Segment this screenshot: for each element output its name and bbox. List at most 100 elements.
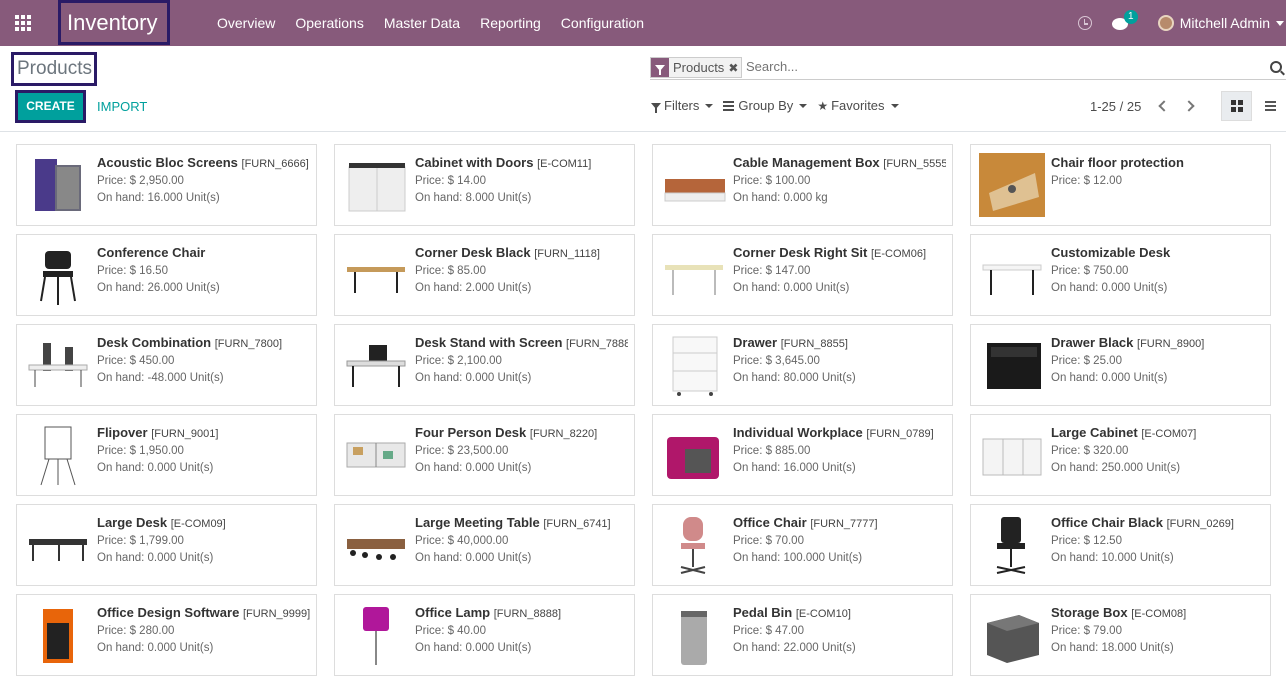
product-price: Price: $ 23,500.00 <box>415 445 509 457</box>
product-name: Large Desk <box>97 515 168 530</box>
product-card[interactable]: Large Cabinet [E-COM07] Price: $ 320.00 On… <box>970 414 1271 496</box>
create-button[interactable]: CREATE <box>15 90 86 123</box>
favorites-dropdown[interactable]: ★ Favorites <box>817 98 899 113</box>
product-card[interactable]: Cable Management Box [FURN_5555] Price: $… <box>652 144 953 226</box>
product-card[interactable]: Corner Desk Right Sit [E-COM06] Price: $ … <box>652 234 953 316</box>
product-on-hand: On hand: -48.000 Unit(s) <box>97 372 224 384</box>
product-card[interactable]: Office Design Software [FURN_9999] Price:… <box>16 594 317 676</box>
search-icon[interactable] <box>1270 61 1282 73</box>
product-name-line: Desk Combination [FURN_7800] <box>97 335 310 350</box>
product-card[interactable]: Desk Stand with Screen [FURN_7888] Price:… <box>334 324 635 406</box>
product-code: [E-COM06] <box>870 248 926 260</box>
product-image <box>347 267 405 293</box>
product-info: Large Meeting Table [FURN_6741] Price: $ … <box>415 515 628 564</box>
product-price: Price: $ 40.00 <box>415 625 486 637</box>
user-menu-name[interactable]: Mitchell Admin <box>1180 15 1270 31</box>
product-code: [FURN_5555] <box>883 158 946 170</box>
list-view-button[interactable] <box>1255 91 1286 121</box>
product-price: Price: $ 40,000.00 <box>415 535 509 547</box>
product-image <box>996 517 1026 574</box>
import-button[interactable]: IMPORT <box>97 99 147 114</box>
product-image <box>363 607 389 665</box>
product-card[interactable]: Drawer [FURN_8855] Price: $ 3,645.00 On ha… <box>652 324 953 406</box>
facet-remove-icon[interactable]: ✖ <box>728 61 741 75</box>
product-card[interactable]: Cabinet with Doors [E-COM11] Price: $ 14.… <box>334 144 635 226</box>
menu-reporting[interactable]: Reporting <box>470 15 551 31</box>
filters-dropdown[interactable]: Filters <box>651 98 714 113</box>
pager-next-button[interactable] <box>1183 99 1195 113</box>
product-info: Large Cabinet [E-COM07] Price: $ 320.00 On… <box>1051 425 1264 474</box>
product-card[interactable]: Flipover [FURN_9001] Price: $ 1,950.00 On … <box>16 414 317 496</box>
product-name-line: Large Desk [E-COM09] <box>97 515 310 530</box>
pager-previous-button[interactable] <box>1157 99 1170 113</box>
facet-label: Products <box>673 60 725 75</box>
product-info: Individual Workplace [FURN_0789] Price: $… <box>733 425 946 474</box>
product-card[interactable]: Pedal Bin [E-COM10] Price: $ 47.00 On hand… <box>652 594 953 676</box>
product-price: Price: $ 2,950.00 <box>97 175 184 187</box>
messaging-button[interactable]: 1 <box>1111 10 1138 30</box>
product-name-line: Office Chair [FURN_7777] <box>733 515 946 530</box>
product-code: [FURN_6741] <box>543 518 611 530</box>
product-name-line: Cabinet with Doors [E-COM11] <box>415 155 628 170</box>
product-card[interactable]: Desk Combination [FURN_7800] Price: $ 450… <box>16 324 317 406</box>
product-code: [E-COM07] <box>1141 428 1197 440</box>
product-card[interactable]: Corner Desk Black [FURN_1118] Price: $ 85… <box>334 234 635 316</box>
product-info: Large Desk [E-COM09] Price: $ 1,799.00 On … <box>97 515 310 564</box>
apps-menu-icon[interactable] <box>0 0 46 46</box>
product-card[interactable]: Drawer Black [FURN_8900] Price: $ 25.00 On… <box>970 324 1271 406</box>
pager-value[interactable]: 1-25 / 25 <box>1090 99 1141 114</box>
product-on-hand: On hand: 250.000 Unit(s) <box>1051 462 1181 474</box>
product-name: Office Lamp <box>415 605 491 620</box>
main-menu: Overview Operations Master Data Reportin… <box>207 0 654 46</box>
avatar[interactable] <box>1157 15 1174 31</box>
menu-master-data[interactable]: Master Data <box>374 15 470 31</box>
product-on-hand: On hand: 0.000 Unit(s) <box>1051 372 1168 384</box>
product-card[interactable]: Office Chair Black [FURN_0269] Price: $ 1… <box>970 504 1271 586</box>
product-price: Price: $ 450.00 <box>97 355 175 367</box>
product-card[interactable]: Office Chair [FURN_7777] Price: $ 70.00 On… <box>652 504 953 586</box>
product-name: Four Person Desk <box>415 425 527 440</box>
product-on-hand: On hand: 0.000 Unit(s) <box>97 552 214 564</box>
product-name: Large Meeting Table <box>415 515 540 530</box>
product-code: [FURN_8855] <box>780 338 848 350</box>
product-name: Corner Desk Right Sit <box>733 245 868 260</box>
product-card[interactable]: Conference Chair Price: $ 16.50 On hand: … <box>16 234 317 316</box>
product-card[interactable]: Four Person Desk [FURN_8220] Price: $ 23,… <box>334 414 635 496</box>
search-bar: Products ✖ <box>650 56 1286 80</box>
product-card[interactable]: Customizable Desk Price: $ 750.00 On hand… <box>970 234 1271 316</box>
menu-configuration[interactable]: Configuration <box>551 15 654 31</box>
list-icon <box>1265 101 1276 111</box>
product-name: Cabinet with Doors <box>415 155 534 170</box>
product-card[interactable]: Large Desk [E-COM09] Price: $ 1,799.00 On … <box>16 504 317 586</box>
product-name: Cable Management Box <box>733 155 880 170</box>
filter-icon <box>651 102 661 113</box>
search-input[interactable] <box>746 59 1246 74</box>
user-caret-icon[interactable] <box>1276 20 1284 26</box>
caret-down-icon <box>890 103 899 108</box>
product-image <box>681 611 707 665</box>
product-card[interactable]: Chair floor protection Price: $ 12.00 <box>970 144 1271 226</box>
chevron-right-icon <box>1183 100 1195 112</box>
product-info: Chair floor protection Price: $ 12.00 <box>1051 155 1264 192</box>
app-brand[interactable]: Inventory <box>58 0 170 45</box>
product-image <box>40 251 76 305</box>
product-card[interactable]: Individual Workplace [FURN_0789] Price: $… <box>652 414 953 496</box>
product-on-hand: On hand: 8.000 Unit(s) <box>415 192 532 204</box>
product-card[interactable]: Large Meeting Table [FURN_6741] Price: $ … <box>334 504 635 586</box>
menu-operations[interactable]: Operations <box>285 15 373 31</box>
top-navbar: Inventory Overview Operations Master Dat… <box>0 0 1286 46</box>
product-code: [E-COM08] <box>1131 608 1187 620</box>
group-by-dropdown[interactable]: Group By <box>723 98 808 113</box>
menu-overview[interactable]: Overview <box>207 15 285 31</box>
product-card[interactable]: Storage Box [E-COM08] Price: $ 79.00 On ha… <box>970 594 1271 676</box>
product-price: Price: $ 2,100.00 <box>415 355 502 367</box>
kanban-view-button[interactable] <box>1221 91 1252 121</box>
product-on-hand: On hand: 0.000 Unit(s) <box>415 462 532 474</box>
product-on-hand: On hand: 80.000 Unit(s) <box>733 372 856 384</box>
product-card[interactable]: Office Lamp [FURN_8888] Price: $ 40.00 On … <box>334 594 635 676</box>
product-card[interactable]: Acoustic Bloc Screens [FURN_6666] Price: … <box>16 144 317 226</box>
product-name-line: Corner Desk Black [FURN_1118] <box>415 245 628 260</box>
product-kanban: Acoustic Bloc Screens [FURN_6666] Price: … <box>16 144 1286 676</box>
activity-clock-icon[interactable] <box>1077 16 1092 30</box>
product-name-line: Drawer Black [FURN_8900] <box>1051 335 1264 350</box>
